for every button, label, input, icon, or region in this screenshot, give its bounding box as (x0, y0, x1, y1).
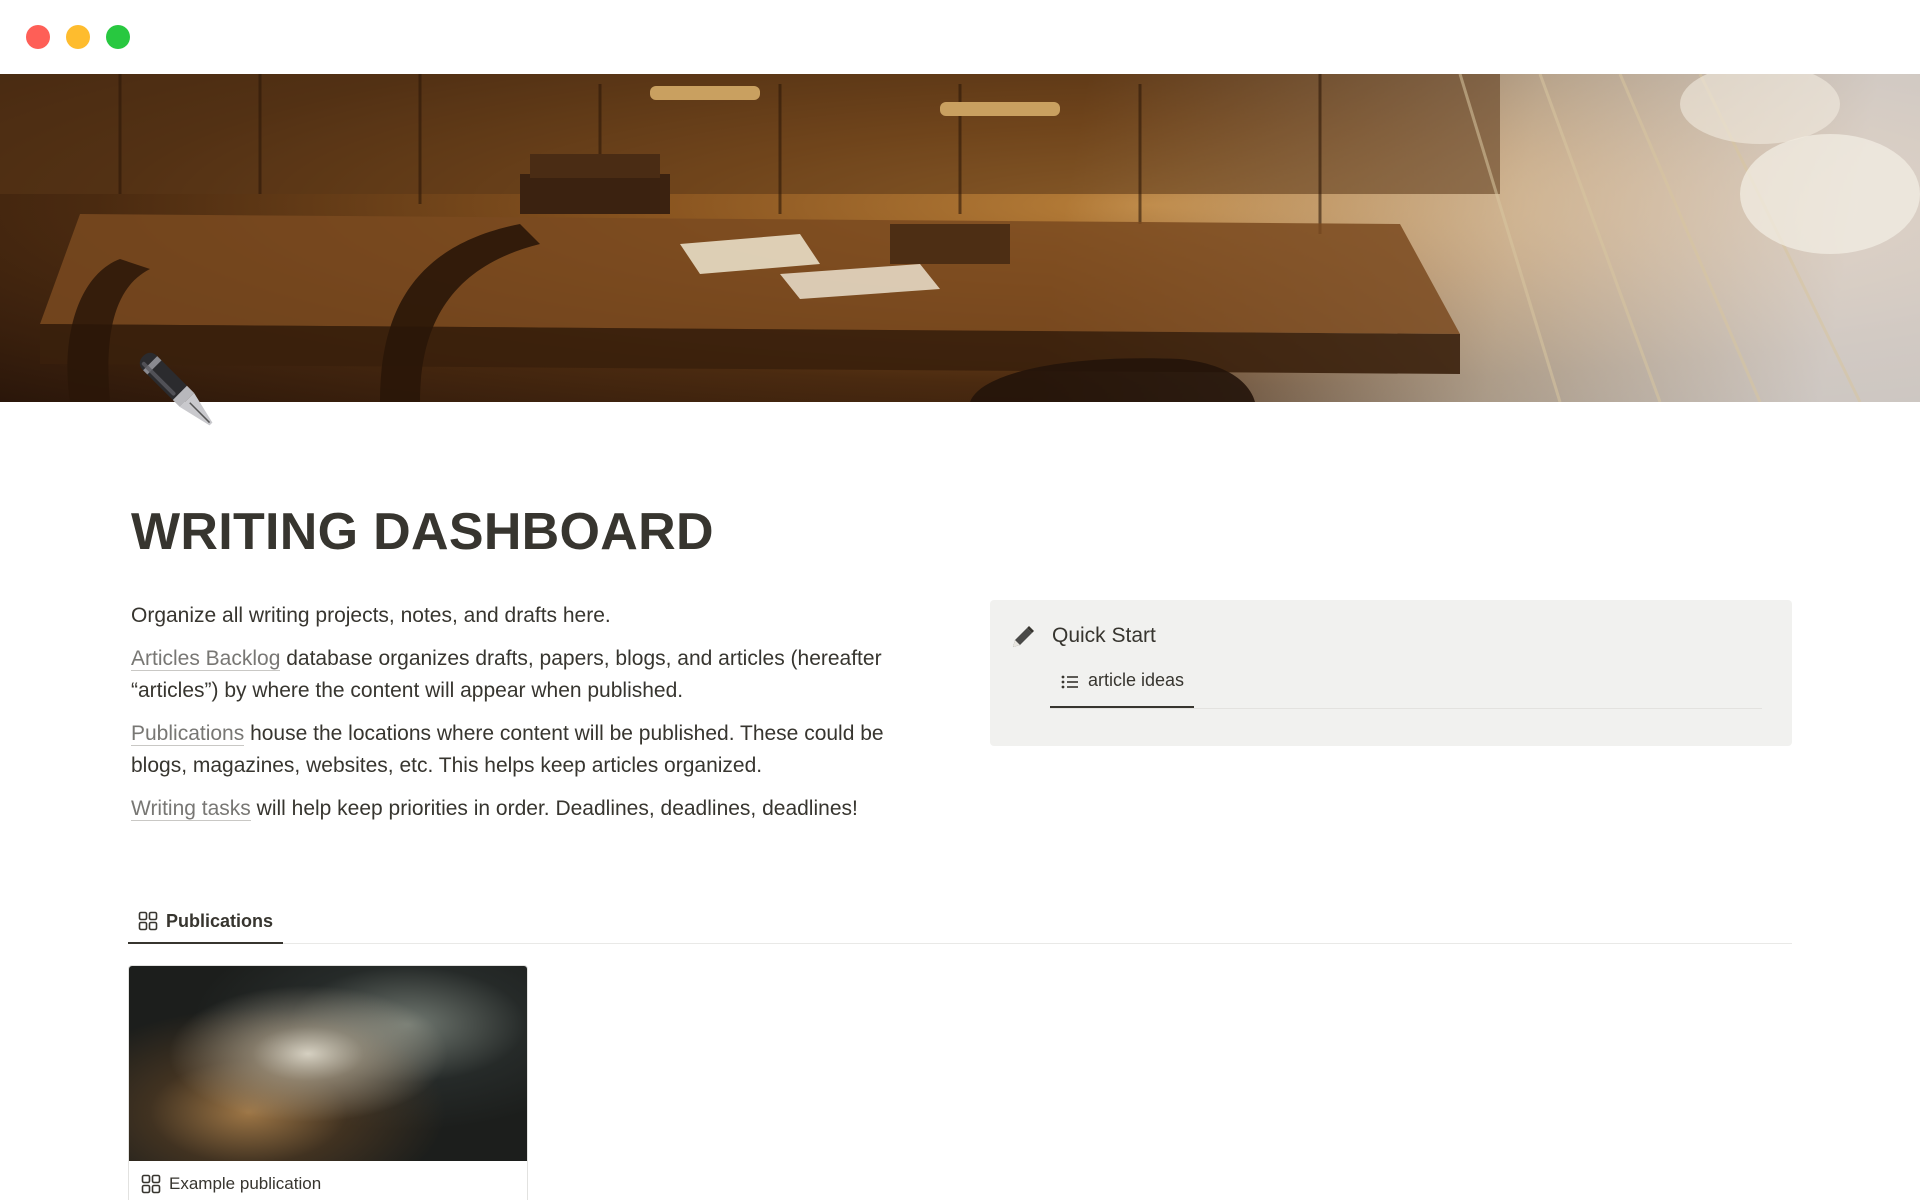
tab-publications-label: Publications (166, 910, 274, 931)
gallery-card[interactable]: Example publication (128, 965, 528, 1200)
publications-description: house the locations where content will b… (131, 722, 884, 777)
card-title-text: Example publication (169, 1174, 322, 1193)
tab-article-ideas-label: article ideas (1088, 670, 1185, 690)
cover-scene-illustration (0, 74, 1920, 402)
tab-divider (1050, 708, 1762, 709)
publications-view-tabs: Publications (128, 900, 1792, 944)
publications-paragraph: Publications house the locations where c… (131, 718, 931, 782)
card-cover-image (129, 966, 527, 1161)
tab-article-ideas[interactable]: article ideas (1050, 670, 1195, 708)
writing-tasks-link[interactable]: Writing tasks (131, 797, 251, 821)
pencil-icon (1013, 626, 1034, 647)
quick-start-title: Quick Start (1052, 624, 1156, 647)
tab-publications[interactable]: Publications (128, 900, 284, 944)
intro-text-block: Organize all writing projects, notes, an… (131, 600, 931, 836)
zoom-window-button[interactable] (106, 25, 130, 49)
articles-backlog-link[interactable]: Articles Backlog (131, 647, 281, 671)
publications-link[interactable]: Publications (131, 722, 245, 746)
page-title[interactable]: WRITING DASHBOARD (131, 502, 714, 562)
tasks-paragraph: Writing tasks will help keep priorities … (131, 793, 931, 825)
gallery-grid-icon (141, 1174, 161, 1194)
tasks-description: will help keep priorities in order. Dead… (250, 797, 858, 820)
list-icon (1061, 675, 1078, 689)
page-cover-image[interactable] (0, 74, 1920, 402)
fountain-pen-icon[interactable] (128, 340, 236, 450)
card-title: Example publication (141, 1174, 321, 1194)
gallery-grid-icon (138, 911, 158, 931)
minimize-window-button[interactable] (66, 25, 90, 49)
close-window-button[interactable] (26, 25, 50, 49)
intro-paragraph: Organize all writing projects, notes, an… (131, 604, 611, 627)
articles-paragraph: Articles Backlog database organizes draf… (131, 643, 931, 707)
quick-start-callout: Quick Start article ideas (990, 600, 1792, 746)
window-titlebar (0, 0, 1920, 74)
